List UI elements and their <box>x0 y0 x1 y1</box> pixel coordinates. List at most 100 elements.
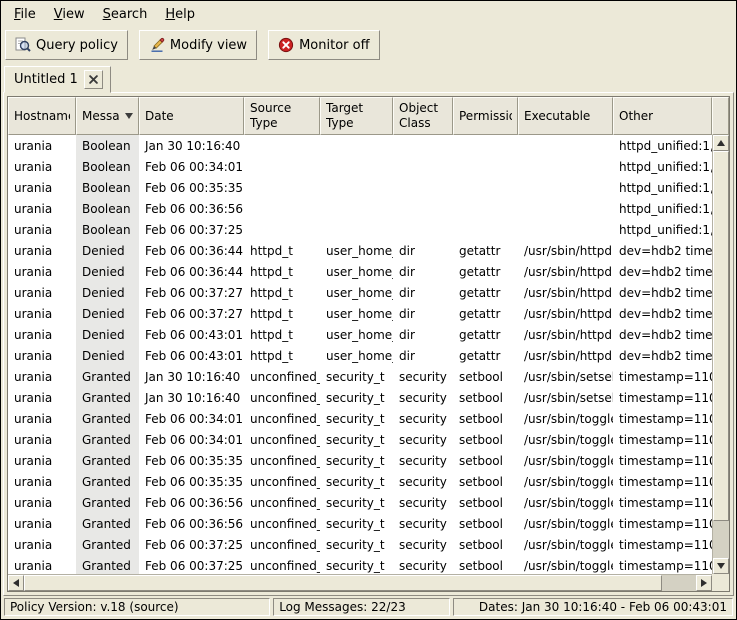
table-row[interactable]: uraniaGrantedFeb 06 00:34:01unconfined_s… <box>8 429 712 450</box>
table-cell: timestamp=11071 <box>613 387 712 408</box>
column-header-target-type[interactable]: Target Type <box>320 97 393 135</box>
table-row[interactable]: uraniaGrantedFeb 06 00:36:56unconfined_s… <box>8 492 712 513</box>
table-cell: dir <box>393 261 453 282</box>
table-row[interactable]: uraniaGrantedFeb 06 00:37:25unconfined_s… <box>8 534 712 555</box>
modify-view-button[interactable]: Modify view <box>139 30 257 60</box>
table-cell: security_t <box>320 408 393 429</box>
table-cell <box>320 198 393 219</box>
table-row[interactable]: uraniaBooleanFeb 06 00:35:35httpd_unifie… <box>8 177 712 198</box>
table-row[interactable]: uraniaGrantedFeb 06 00:35:35unconfined_s… <box>8 450 712 471</box>
table-cell: urania <box>8 408 76 429</box>
table-cell: urania <box>8 198 76 219</box>
table-cell: /usr/sbin/httpd <box>518 261 613 282</box>
horizontal-scroll-thumb[interactable] <box>24 575 662 591</box>
table-cell: Feb 06 00:37:27 <box>139 282 244 303</box>
table-cell: httpd_t <box>244 282 320 303</box>
table-cell: Feb 06 00:35:35 <box>139 450 244 471</box>
table-cell: urania <box>8 492 76 513</box>
table-cell: httpd_unified:1, h <box>613 156 712 177</box>
scrollbar-corner <box>712 574 729 591</box>
table-row[interactable]: uraniaGrantedJan 30 10:16:40unconfined_s… <box>8 387 712 408</box>
column-header-date[interactable]: Date <box>139 97 244 135</box>
table-row[interactable]: uraniaDeniedFeb 06 00:43:01httpd_tuser_h… <box>8 324 712 345</box>
table-cell: urania <box>8 219 76 240</box>
table-row[interactable]: uraniaBooleanFeb 06 00:37:25httpd_unifie… <box>8 219 712 240</box>
menu-file[interactable]: File <box>5 3 45 26</box>
table-cell: Granted <box>76 534 139 555</box>
menu-view[interactable]: View <box>45 3 94 26</box>
table-cell: setbool <box>453 429 518 450</box>
table-cell: user_home_ <box>320 324 393 345</box>
column-header-executable[interactable]: Executable <box>518 97 613 135</box>
table-row[interactable]: uraniaDeniedFeb 06 00:37:27httpd_tuser_h… <box>8 303 712 324</box>
tab-close-button[interactable] <box>84 70 103 89</box>
table-cell: Jan 30 10:16:40 <box>139 387 244 408</box>
menu-help[interactable]: Help <box>156 3 204 26</box>
table-cell: urania <box>8 324 76 345</box>
table-cell <box>393 198 453 219</box>
table-cell: Boolean <box>76 198 139 219</box>
table-cell: urania <box>8 135 76 156</box>
monitor-off-button[interactable]: Monitor off <box>268 30 379 60</box>
table-cell: Jan 30 10:16:40 <box>139 366 244 387</box>
vertical-scroll-track[interactable] <box>713 151 729 558</box>
vertical-scrollbar[interactable] <box>712 135 729 574</box>
column-header-other[interactable]: Other <box>613 97 712 135</box>
arrow-down-icon <box>717 563 725 569</box>
table-cell: dev=hdb2 timesta <box>613 345 712 366</box>
table-row[interactable]: uraniaBooleanFeb 06 00:34:01httpd_unifie… <box>8 156 712 177</box>
scroll-down-button[interactable] <box>713 558 729 574</box>
horizontal-scrollbar[interactable] <box>8 574 712 591</box>
table-row[interactable]: uraniaDeniedFeb 06 00:36:44httpd_tuser_h… <box>8 240 712 261</box>
table-cell: user_home_ <box>320 240 393 261</box>
table-row[interactable]: uraniaGrantedFeb 06 00:34:01unconfined_s… <box>8 408 712 429</box>
column-header-permission[interactable]: Permission <box>453 97 518 135</box>
table-row[interactable]: uraniaBooleanJan 30 10:16:40httpd_unifie… <box>8 135 712 156</box>
table-cell: security_t <box>320 366 393 387</box>
table-header-row: HostnameMessaDateSource TypeTarget TypeO… <box>8 97 712 135</box>
table-cell <box>320 177 393 198</box>
table-row[interactable]: uraniaDeniedFeb 06 00:36:44httpd_tuser_h… <box>8 261 712 282</box>
menu-bar: File View Search Help <box>1 1 736 27</box>
query-policy-label: Query policy <box>36 38 118 53</box>
table-row[interactable]: uraniaGrantedFeb 06 00:37:25unconfined_s… <box>8 555 712 574</box>
scroll-right-button[interactable] <box>696 575 712 591</box>
table-cell: unconfined_ <box>244 534 320 555</box>
table-cell: Feb 06 00:37:25 <box>139 219 244 240</box>
column-header-messa[interactable]: Messa <box>76 97 139 135</box>
table-cell: httpd_unified:1, h <box>613 177 712 198</box>
log-view-page: HostnameMessaDateSource TypeTarget TypeO… <box>3 92 734 596</box>
dates-status: Dates: Jan 30 10:16:40 - Feb 06 00:43:01 <box>453 598 733 616</box>
table-cell: unconfined_ <box>244 450 320 471</box>
table-row[interactable]: uraniaBooleanFeb 06 00:36:56httpd_unifie… <box>8 198 712 219</box>
scroll-up-button[interactable] <box>713 135 729 151</box>
table-row[interactable]: uraniaGrantedJan 30 10:16:40unconfined_s… <box>8 366 712 387</box>
table-row[interactable]: uraniaGrantedFeb 06 00:36:56unconfined_s… <box>8 513 712 534</box>
scroll-left-button[interactable] <box>8 575 24 591</box>
column-header-object-class[interactable]: Object Class <box>393 97 453 135</box>
table-cell: setbool <box>453 387 518 408</box>
table-cell: urania <box>8 282 76 303</box>
table-cell: setbool <box>453 471 518 492</box>
table-cell: urania <box>8 555 76 574</box>
query-policy-button[interactable]: Query policy <box>5 30 128 60</box>
table-cell: unconfined_ <box>244 555 320 574</box>
table-cell: dir <box>393 282 453 303</box>
table-row[interactable]: uraniaDeniedFeb 06 00:43:01httpd_tuser_h… <box>8 345 712 366</box>
horizontal-scroll-track[interactable] <box>24 575 696 591</box>
table-cell: urania <box>8 240 76 261</box>
column-header-hostname[interactable]: Hostname <box>8 97 76 135</box>
vertical-scroll-thumb[interactable] <box>713 151 729 521</box>
menu-search[interactable]: Search <box>94 3 157 26</box>
table-row[interactable]: uraniaDeniedFeb 06 00:37:27httpd_tuser_h… <box>8 282 712 303</box>
table-cell: Feb 06 00:43:01 <box>139 345 244 366</box>
tab-untitled-1[interactable]: Untitled 1 <box>4 66 111 93</box>
table-cell: /usr/sbin/toggle <box>518 429 613 450</box>
column-header-label: Messa <box>82 109 120 124</box>
table-row[interactable]: uraniaGrantedFeb 06 00:35:35unconfined_s… <box>8 471 712 492</box>
table-cell: user_home_ <box>320 345 393 366</box>
policy-version-status: Policy Version: v.18 (source) <box>4 598 270 616</box>
seaudit-window: File View Search Help Query policy <box>0 0 737 620</box>
column-header-source-type[interactable]: Source Type <box>244 97 320 135</box>
arrow-up-icon <box>717 140 725 146</box>
